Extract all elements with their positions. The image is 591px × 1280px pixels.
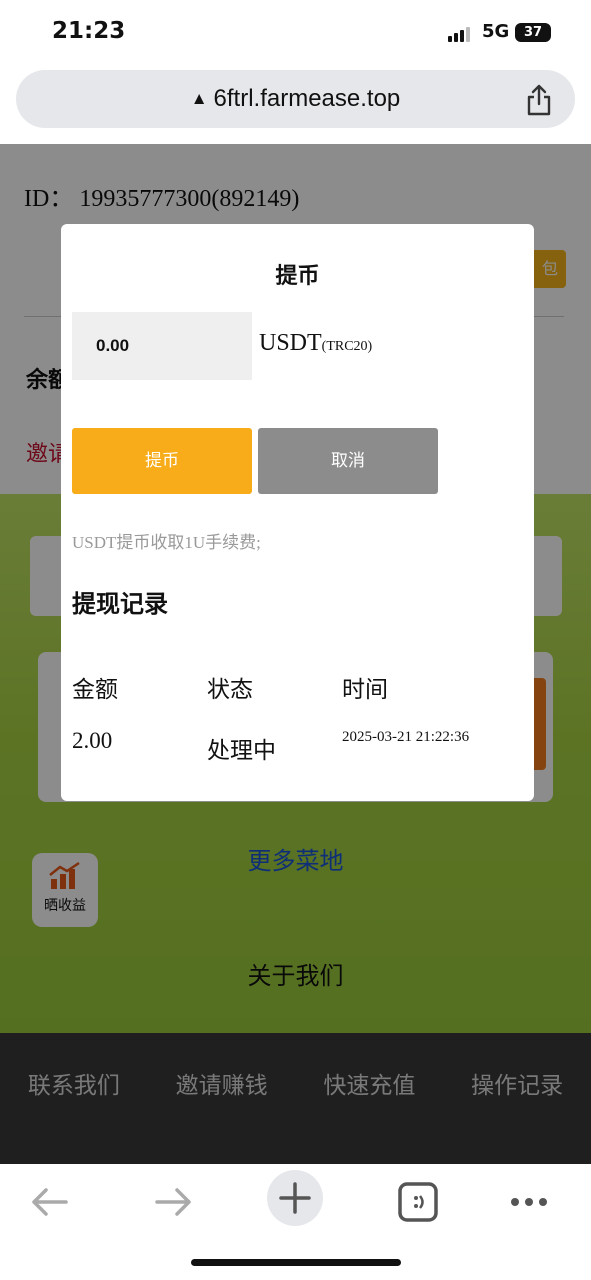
- home-indicator: [191, 1259, 401, 1266]
- currency-label: USDT(TRC20): [259, 330, 372, 357]
- address-bar[interactable]: ▲ 6ftrl.farmease.top: [16, 70, 575, 128]
- warning-icon: ▲: [190, 89, 208, 108]
- battery-icon: 37: [515, 23, 551, 42]
- currency-name: USDT: [259, 330, 322, 356]
- fee-note: USDT提币收取1U手续费;: [72, 533, 261, 552]
- col-header-status: 状态: [207, 677, 253, 703]
- more-options-icon[interactable]: [501, 1174, 557, 1230]
- status-time: 21:23: [52, 18, 126, 44]
- record-time: 2025-03-21 21:22:36: [342, 729, 470, 745]
- browser-address-area: ▲ 6ftrl.farmease.top: [0, 66, 591, 209]
- network-type: 5G: [482, 21, 510, 42]
- cellular-signal-icon: [448, 26, 472, 42]
- plus-icon: [279, 1182, 311, 1214]
- withdraw-submit-button[interactable]: 提币: [72, 428, 252, 494]
- share-icon[interactable]: [525, 84, 553, 116]
- cancel-button[interactable]: 取消: [258, 428, 438, 494]
- back-arrow-icon[interactable]: [22, 1174, 78, 1230]
- record-amount: 2.00: [72, 728, 113, 753]
- withdraw-amount-input[interactable]: [72, 312, 252, 380]
- browser-toolbar: [0, 1164, 591, 1280]
- currency-network: (TRC20): [321, 339, 373, 354]
- new-tab-button[interactable]: [267, 1170, 323, 1226]
- records-title: 提现记录: [72, 590, 168, 618]
- withdraw-modal: 提币 USDT(TRC20) 提币 取消 USDT提币收取1U手续费; 提现记录…: [61, 224, 534, 801]
- url-text: 6ftrl.farmease.top: [213, 85, 401, 112]
- tabs-icon[interactable]: [390, 1174, 446, 1230]
- record-status: 处理中: [207, 738, 276, 764]
- col-header-time: 时间: [342, 677, 388, 703]
- modal-title: 提币: [275, 264, 320, 289]
- col-header-amount: 金额: [72, 677, 118, 703]
- forward-arrow-icon[interactable]: [145, 1174, 201, 1230]
- status-bar: 21:23 5G 37: [0, 0, 591, 66]
